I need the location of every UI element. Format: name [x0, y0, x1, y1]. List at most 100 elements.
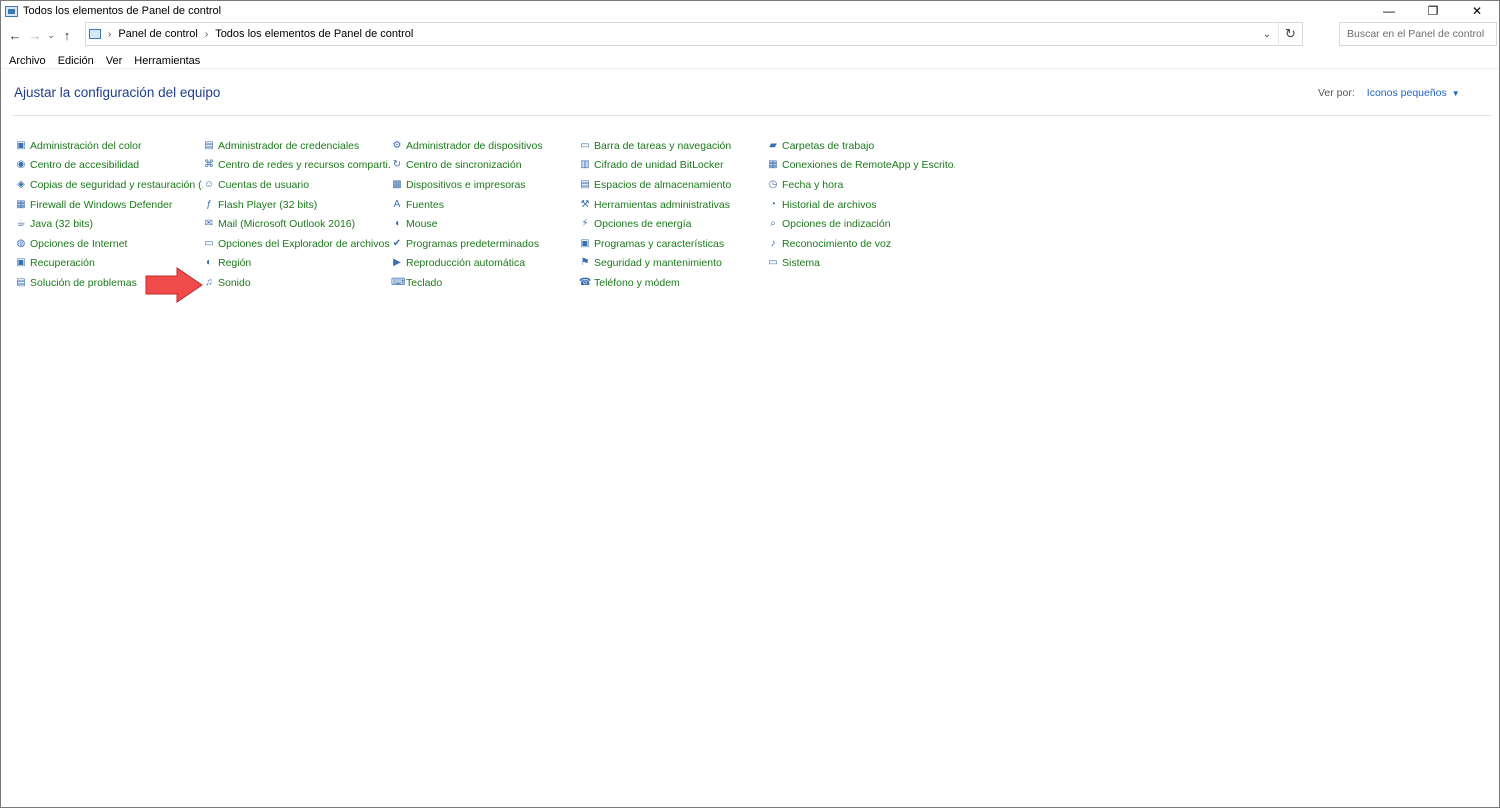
- cp-item-label[interactable]: Programas predeterminados: [406, 238, 539, 250]
- cp-item[interactable]: ◷ Fecha y hora: [767, 175, 955, 195]
- cp-item[interactable]: ✔ Programas predeterminados: [391, 234, 579, 254]
- cp-item-label[interactable]: Conexiones de RemoteApp y Escrito...: [782, 159, 955, 171]
- cp-item[interactable]: ƒ Flash Player (32 bits): [203, 195, 391, 215]
- cp-item-label[interactable]: Historial de archivos: [782, 199, 877, 211]
- back-button[interactable]: ←: [5, 23, 25, 47]
- cp-item-label[interactable]: Opciones del Explorador de archivos: [218, 238, 390, 250]
- cp-item[interactable]: ▣ Administración del color: [15, 136, 203, 156]
- forward-button[interactable]: →: [25, 23, 45, 47]
- close-button[interactable]: ✕: [1455, 1, 1499, 21]
- cp-item-label[interactable]: Reproducción automática: [406, 257, 525, 269]
- cp-item-label[interactable]: Barra de tareas y navegación: [594, 140, 731, 152]
- cp-item-label[interactable]: Centro de accesibilidad: [30, 159, 139, 171]
- cp-item-label[interactable]: Opciones de indización: [782, 218, 891, 230]
- cp-item-label[interactable]: Mail (Microsoft Outlook 2016): [218, 218, 355, 230]
- cp-item-label[interactable]: Administración del color: [30, 140, 141, 152]
- autoplay-icon: ▶: [393, 257, 401, 269]
- up-button[interactable]: ↑: [57, 23, 77, 47]
- cp-item[interactable]: ◔ Historial de archivos: [767, 195, 955, 215]
- cp-item[interactable]: ▥ Cifrado de unidad BitLocker: [579, 156, 767, 176]
- cp-item[interactable]: ⚙ Administrador de dispositivos: [391, 136, 579, 156]
- cp-item[interactable]: ▶ Reproducción automática: [391, 254, 579, 274]
- cp-item-label[interactable]: Carpetas de trabajo: [782, 140, 874, 152]
- caret-down-icon[interactable]: ▼: [1452, 89, 1460, 98]
- minimize-button[interactable]: —: [1367, 1, 1411, 21]
- search-input[interactable]: Buscar en el Panel de control: [1339, 22, 1497, 46]
- cp-item-label[interactable]: Región: [218, 257, 251, 269]
- cp-item[interactable]: ⌕ Opciones de indización: [767, 214, 955, 234]
- cp-item[interactable]: ▩ Dispositivos e impresoras: [391, 175, 579, 195]
- cp-item-label[interactable]: Copias de seguridad y restauración (...: [30, 179, 203, 191]
- cp-item[interactable]: ◉ Centro de accesibilidad: [15, 156, 203, 176]
- cp-item-label[interactable]: Centro de redes y recursos comparti...: [218, 159, 391, 171]
- cp-item[interactable]: ♪ Reconocimiento de voz: [767, 234, 955, 254]
- cp-item-label[interactable]: Cifrado de unidad BitLocker: [594, 159, 724, 171]
- menu-ver[interactable]: Ver: [100, 55, 129, 67]
- bitlocker-icon: ▥: [580, 159, 590, 171]
- recent-locations-button[interactable]: ⌄: [45, 23, 57, 47]
- cp-item-label[interactable]: Herramientas administrativas: [594, 199, 730, 211]
- address-dropdown-button[interactable]: ⌄: [1258, 23, 1276, 45]
- cp-item[interactable]: ✉ Mail (Microsoft Outlook 2016): [203, 214, 391, 234]
- cp-item[interactable]: ▭ Opciones del Explorador de archivos: [203, 234, 391, 254]
- cp-item[interactable]: ▤ Administrador de credenciales: [203, 136, 391, 156]
- cp-item-label[interactable]: Sistema: [782, 257, 820, 269]
- cp-item-label[interactable]: Administrador de dispositivos: [406, 140, 543, 152]
- cp-item[interactable]: ⚑ Seguridad y mantenimiento: [579, 254, 767, 274]
- cp-item-label[interactable]: Sonido: [218, 277, 251, 289]
- cp-item-label[interactable]: Fecha y hora: [782, 179, 843, 191]
- cp-item-label[interactable]: Firewall de Windows Defender: [30, 199, 172, 211]
- menu-herramientas[interactable]: Herramientas: [128, 55, 206, 67]
- cp-item[interactable]: ☕ Java (32 bits): [15, 214, 203, 234]
- cp-item-label[interactable]: Centro de sincronización: [406, 159, 522, 171]
- chevron-right-icon: ›: [204, 28, 209, 40]
- restore-button[interactable]: ❐: [1411, 1, 1455, 21]
- cp-item[interactable]: ♫ Sonido: [203, 273, 391, 293]
- cp-item[interactable]: ◍ Opciones de Internet: [15, 234, 203, 254]
- cp-item[interactable]: ▭ Sistema: [767, 254, 955, 274]
- cp-item[interactable]: ▤ Espacios de almacenamiento: [579, 175, 767, 195]
- cp-item-label[interactable]: Cuentas de usuario: [218, 179, 309, 191]
- cp-item-label[interactable]: Java (32 bits): [30, 218, 93, 230]
- cp-item[interactable]: ◖ Mouse: [391, 214, 579, 234]
- cp-item-label[interactable]: Seguridad y mantenimiento: [594, 257, 722, 269]
- cp-item[interactable]: ↻ Centro de sincronización: [391, 156, 579, 176]
- cp-item-label[interactable]: Opciones de Internet: [30, 238, 127, 250]
- cp-item-label[interactable]: Reconocimiento de voz: [782, 238, 891, 250]
- cp-item-label[interactable]: Flash Player (32 bits): [218, 199, 317, 211]
- cp-item-label[interactable]: Teclado: [406, 277, 442, 289]
- cp-item-label[interactable]: Mouse: [406, 218, 438, 230]
- file-history-icon: ◔: [769, 198, 777, 210]
- cp-item[interactable]: ☎ Teléfono y módem: [579, 273, 767, 293]
- cp-item[interactable]: ◈ Copias de seguridad y restauración (...: [15, 175, 203, 195]
- menu-archivo[interactable]: Archivo: [3, 55, 52, 67]
- cp-item-label[interactable]: Espacios de almacenamiento: [594, 179, 731, 191]
- cp-item-label[interactable]: Teléfono y módem: [594, 277, 680, 289]
- cp-item[interactable]: ▦ Firewall de Windows Defender: [15, 195, 203, 215]
- cp-item-label[interactable]: Programas y características: [594, 238, 724, 250]
- cp-item-label[interactable]: Solución de problemas: [30, 277, 137, 289]
- cp-item-label[interactable]: Fuentes: [406, 199, 444, 211]
- refresh-button[interactable]: ↻: [1278, 23, 1302, 45]
- breadcrumb-control-panel[interactable]: Panel de control: [118, 28, 198, 40]
- cp-item-label[interactable]: Dispositivos e impresoras: [406, 179, 526, 191]
- cp-item-label[interactable]: Opciones de energía: [594, 218, 691, 230]
- cp-item[interactable]: ⚒ Herramientas administrativas: [579, 195, 767, 215]
- cp-item[interactable]: ▭ Barra de tareas y navegación: [579, 136, 767, 156]
- cp-item-label[interactable]: Recuperación: [30, 257, 95, 269]
- default-programs-icon: ✔: [392, 237, 402, 249]
- cp-item[interactable]: ☺ Cuentas de usuario: [203, 175, 391, 195]
- cp-item[interactable]: A Fuentes: [391, 195, 579, 215]
- cp-item-label[interactable]: Administrador de credenciales: [218, 140, 359, 152]
- cp-item[interactable]: ▰ Carpetas de trabajo: [767, 136, 955, 156]
- cp-item[interactable]: ⌘ Centro de redes y recursos comparti...: [203, 156, 391, 176]
- cp-item[interactable]: ⌨ Teclado: [391, 273, 579, 293]
- cp-item[interactable]: ⚡ Opciones de energía: [579, 214, 767, 234]
- cp-item[interactable]: ◐ Región: [203, 254, 391, 274]
- address-bar[interactable]: › Panel de control › Todos los elementos…: [85, 22, 1303, 46]
- menu-edicion[interactable]: Edición: [52, 55, 100, 67]
- cp-item[interactable]: ▣ Programas y características: [579, 234, 767, 254]
- view-by-dropdown[interactable]: Iconos pequeños: [1367, 87, 1447, 99]
- cp-item[interactable]: ▦ Conexiones de RemoteApp y Escrito...: [767, 156, 955, 176]
- breadcrumb-all-items[interactable]: Todos los elementos de Panel de control: [215, 28, 413, 40]
